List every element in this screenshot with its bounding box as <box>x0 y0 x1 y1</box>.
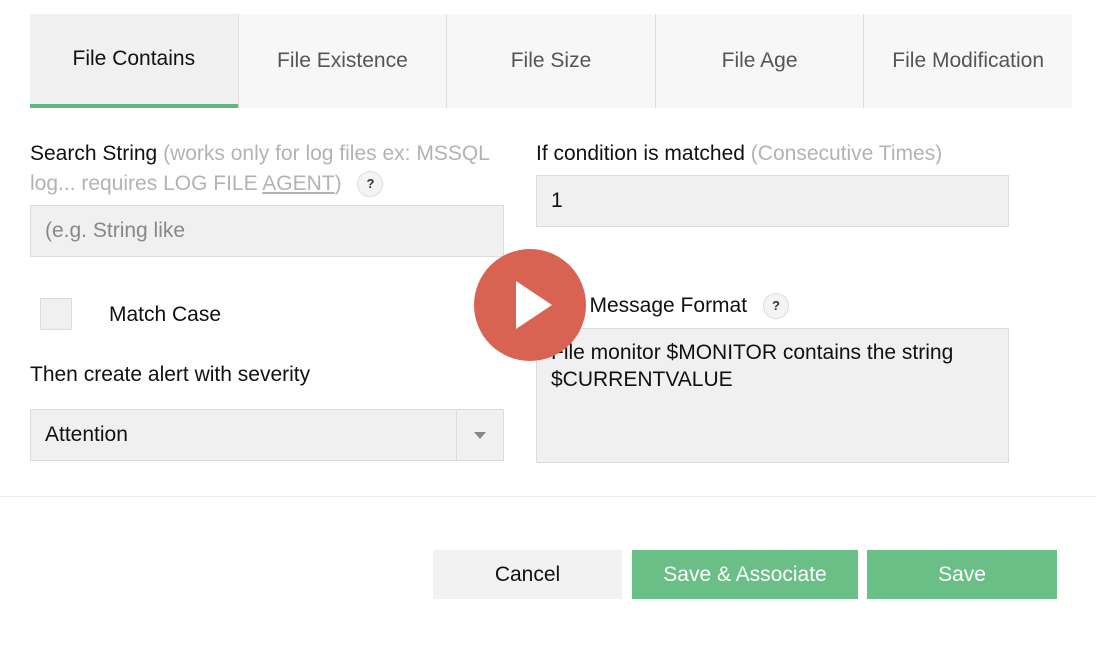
tab-file-size[interactable]: File Size <box>446 14 655 108</box>
chevron-down-icon[interactable] <box>456 410 503 460</box>
severity-label: Then create alert with severity <box>30 363 311 386</box>
tab-file-modification[interactable]: File Modification <box>863 14 1072 108</box>
play-icon[interactable] <box>474 249 586 361</box>
consecutive-times-input[interactable] <box>536 175 1009 227</box>
condition-label: If condition is matched (Consecutive Tim… <box>536 139 942 169</box>
cancel-button[interactable]: Cancel <box>433 550 622 599</box>
save-associate-button[interactable]: Save & Associate <box>632 550 858 599</box>
tab-file-existence[interactable]: File Existence <box>237 14 447 108</box>
tab-file-contains[interactable]: File Contains <box>30 14 238 108</box>
severity-select[interactable]: Attention <box>30 409 504 461</box>
agent-link[interactable]: AGENT <box>262 172 334 195</box>
match-case-label: Match Case <box>109 303 222 326</box>
tab-file-age[interactable]: File Age <box>654 14 864 108</box>
message-format-textarea[interactable]: File monitor $MONITOR contains the strin… <box>536 328 1009 463</box>
divider <box>0 496 1096 497</box>
message-format-title: n Message Format <box>572 294 748 317</box>
tab-bar: File Contains File Existence File Size F… <box>30 14 1072 108</box>
search-string-label: Search String (works only for log files … <box>30 139 510 199</box>
condition-title: If condition is matched <box>536 142 745 165</box>
save-button[interactable]: Save <box>867 550 1057 599</box>
play-glyph <box>516 281 552 329</box>
search-string-title: Search String <box>30 142 158 165</box>
condition-hint: (Consecutive Times) <box>750 142 943 165</box>
search-string-input[interactable] <box>30 205 504 257</box>
match-case-checkbox[interactable] <box>40 298 72 330</box>
message-format-label: n Message Format ? <box>572 291 789 321</box>
question-icon[interactable]: ? <box>762 293 789 320</box>
question-icon[interactable]: ? <box>357 171 384 198</box>
severity-value: Attention <box>45 423 128 446</box>
